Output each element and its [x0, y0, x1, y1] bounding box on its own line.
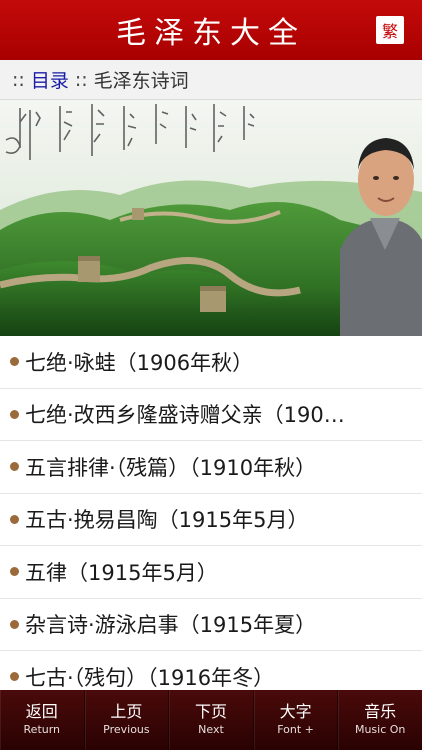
poem-title: 七绝·改西乡隆盛诗赠父亲（190… — [25, 403, 345, 428]
poem-title: 五律（1915年5月） — [25, 560, 218, 585]
traditional-chinese-button[interactable]: 繁 — [376, 16, 404, 44]
list-item[interactable]: 七古·（残句）（1916年冬） — [0, 651, 422, 690]
return-button[interactable]: 返回 Return — [0, 690, 85, 750]
bullet-icon — [10, 619, 19, 629]
previous-page-button[interactable]: 上页 Previous — [85, 690, 170, 750]
tab-label-en: Previous — [103, 723, 150, 736]
tab-label-zh: 音乐 — [364, 702, 397, 721]
tab-label-en: Font + — [277, 723, 314, 736]
app-header: 毛泽东大全 繁 — [0, 0, 422, 60]
list-item[interactable]: 五律（1915年5月） — [0, 546, 422, 599]
list-item[interactable]: 五言排律·（残篇）（1910年秋） — [0, 441, 422, 494]
bullet-icon — [10, 514, 19, 524]
list-item[interactable]: 七绝·改西乡隆盛诗赠父亲（190… — [0, 388, 422, 441]
poem-list: 七绝·咏蛙（1906年秋） 七绝·改西乡隆盛诗赠父亲（190… 五言排律·（残篇… — [0, 336, 422, 690]
tab-label-zh: 大字 — [279, 702, 312, 721]
banner-illustration — [0, 100, 422, 336]
tab-label-zh: 下页 — [194, 702, 227, 721]
poem-title: 五古·挽易昌陶（1915年5月） — [25, 508, 309, 533]
list-item[interactable]: 七绝·咏蛙（1906年秋） — [0, 336, 422, 389]
tab-label-en: Next — [198, 723, 224, 736]
poem-title: 五言排律·（残篇）（1910年秋） — [25, 455, 317, 480]
great-wall-banner — [0, 100, 422, 336]
breadcrumb-current: 毛泽东诗词 — [93, 70, 189, 92]
app-title: 毛泽东大全 — [116, 16, 306, 51]
breadcrumb-link-catalog[interactable]: 目录 — [31, 66, 69, 93]
list-item[interactable]: 杂言诗·游泳启事（1915年夏） — [0, 598, 422, 651]
poem-title: 杂言诗·游泳启事（1915年夏） — [25, 613, 317, 638]
tab-label-en: Music On — [354, 723, 406, 736]
bullet-icon — [10, 567, 19, 577]
poem-title: 七古·（残句）（1916年冬） — [25, 665, 275, 690]
tab-label-en: Return — [23, 723, 61, 736]
bullet-icon — [10, 409, 19, 419]
music-toggle-button[interactable]: 音乐 Music On — [338, 690, 422, 750]
bullet-icon — [10, 357, 19, 367]
next-page-button[interactable]: 下页 Next — [169, 690, 254, 750]
tab-label-zh: 上页 — [110, 702, 143, 721]
list-item[interactable]: 五古·挽易昌陶（1915年5月） — [0, 493, 422, 546]
breadcrumb: :: 目录 :: 毛泽东诗词 — [0, 60, 422, 100]
font-size-button[interactable]: 大字 Font + — [254, 690, 339, 750]
bullet-icon — [10, 462, 19, 472]
breadcrumb-prefix: :: — [12, 68, 25, 91]
poem-title: 七绝·咏蛙（1906年秋） — [25, 350, 254, 375]
bullet-icon — [10, 672, 19, 682]
breadcrumb-separator: :: — [74, 68, 88, 91]
bottom-tabbar: 返回 Return 上页 Previous 下页 Next 大字 Font + … — [0, 690, 422, 750]
tab-label-zh: 返回 — [25, 702, 58, 721]
